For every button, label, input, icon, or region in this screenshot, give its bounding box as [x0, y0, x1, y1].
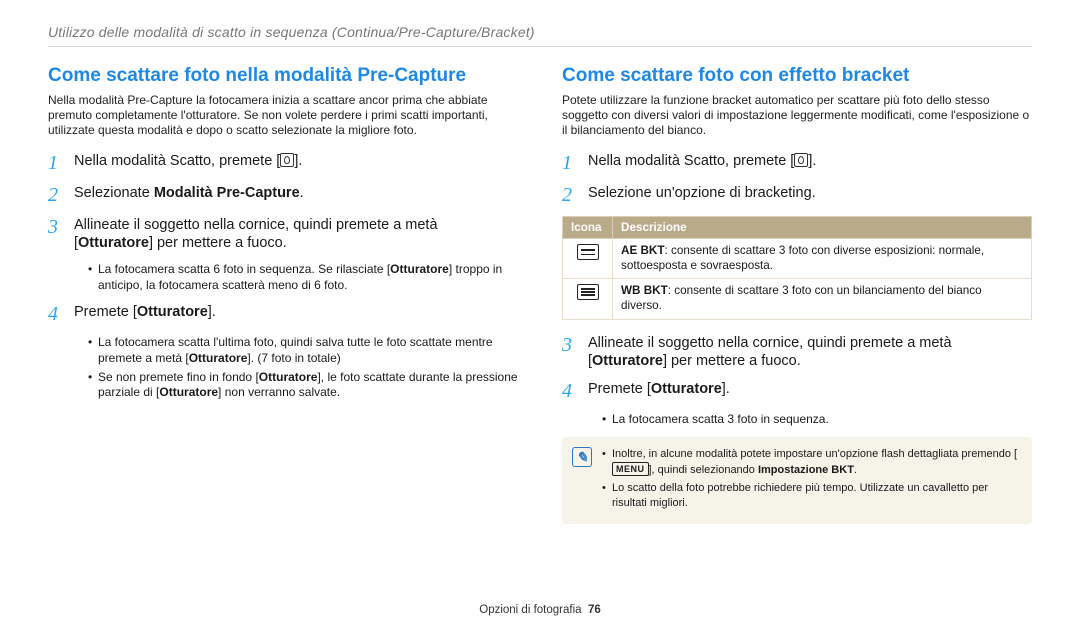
text: . — [300, 185, 304, 201]
sub-bullets: La fotocamera scatta 3 foto in sequenza. — [602, 412, 1032, 428]
bullet-item: La fotocamera scatta 6 foto in sequenza.… — [88, 262, 518, 293]
sequence-mode-icon — [794, 153, 808, 167]
sequence-mode-icon — [280, 153, 294, 167]
left-column: Come scattare foto nella modalità Pre-Ca… — [48, 65, 518, 524]
emphasis: Otturatore — [137, 304, 208, 320]
step-number: 2 — [48, 184, 74, 206]
page-footer: Opzioni di fotografia 76 — [0, 604, 1080, 616]
note-item: Lo scatto della foto potrebbe richiedere… — [602, 481, 1022, 511]
text: : consente di scattare 3 foto con divers… — [621, 244, 984, 272]
two-column-layout: Come scattare foto nella modalità Pre-Ca… — [48, 65, 1032, 524]
text: Premete [ — [588, 381, 651, 397]
emphasis: Otturatore — [259, 370, 318, 384]
step-4: 4 Premete [Otturatore]. — [562, 380, 1032, 402]
emphasis: WB BKT — [621, 284, 668, 297]
step-3: 3 Allineate il soggetto nella cornice, q… — [48, 216, 518, 252]
icon-cell — [563, 239, 613, 279]
table-row: AE BKT: consente di scattare 3 foto con … — [563, 239, 1032, 279]
step-text: Selezionate Modalità Pre-Capture. — [74, 184, 518, 206]
step-text: Premete [Otturatore]. — [588, 380, 1032, 402]
description-cell: AE BKT: consente di scattare 3 foto con … — [613, 239, 1032, 279]
step-number: 2 — [562, 184, 588, 206]
step-text: Premete [Otturatore]. — [74, 303, 518, 325]
right-column: Come scattare foto con effetto bracket P… — [562, 65, 1032, 524]
sub-bullets: La fotocamera scatta 6 foto in sequenza.… — [88, 262, 518, 293]
step-2: 2 Selezione un'opzione di bracketing. — [562, 184, 1032, 206]
wb-bkt-icon — [577, 284, 599, 300]
step-text: Nella modalità Scatto, premete []. — [588, 152, 1032, 174]
emphasis: Otturatore — [592, 353, 663, 369]
table-header-description: Descrizione — [613, 217, 1032, 239]
bullet-item: La fotocamera scatta l'ultima foto, quin… — [88, 335, 518, 366]
page-number: 76 — [588, 604, 601, 616]
step-1: 1 Nella modalità Scatto, premete []. — [562, 152, 1032, 174]
section-title-bracket: Come scattare foto con effetto bracket — [562, 65, 1032, 87]
emphasis: Impostazione BKT — [758, 464, 854, 476]
step-text: Selezione un'opzione di bracketing. — [588, 184, 1032, 206]
note-item: Inoltre, in alcune modalità potete impos… — [602, 447, 1022, 478]
emphasis: Otturatore — [159, 385, 218, 399]
footer-section: Opzioni di fotografia — [479, 604, 581, 616]
step-text: Allineate il soggetto nella cornice, qui… — [588, 334, 1032, 370]
text: ]. — [808, 153, 816, 169]
breadcrumb: Utilizzo delle modalità di scatto in seq… — [48, 24, 1032, 40]
text: Inoltre, in alcune modalità potete impos… — [612, 448, 1017, 460]
note-list: Inoltre, in alcune modalità potete impos… — [602, 447, 1022, 513]
text: ]. (7 foto in totale) — [247, 351, 340, 365]
text: . — [854, 464, 857, 476]
step-number: 4 — [562, 380, 588, 402]
text: Nella modalità Scatto, premete [ — [74, 153, 280, 169]
ae-bkt-icon — [577, 244, 599, 260]
step-2: 2 Selezionate Modalità Pre-Capture. — [48, 184, 518, 206]
step-1: 1 Nella modalità Scatto, premete []. — [48, 152, 518, 174]
bracket-options-table: Icona Descrizione AE BKT: consente di sc… — [562, 216, 1032, 320]
step-number: 3 — [562, 334, 588, 370]
text: La fotocamera scatta 6 foto in sequenza.… — [98, 262, 390, 276]
table-header-icon: Icona — [563, 217, 613, 239]
note-icon: ✎ — [572, 447, 592, 467]
note-icon-wrap: ✎ — [572, 447, 592, 513]
note-box: ✎ Inoltre, in alcune modalità potete imp… — [562, 437, 1032, 523]
bullet-item: Se non premete fino in fondo [Otturatore… — [88, 370, 518, 401]
text: ]. — [294, 153, 302, 169]
icon-cell — [563, 279, 613, 319]
step-number: 4 — [48, 303, 74, 325]
camera-manual-page: { "header": { "breadcrumb": "Utilizzo de… — [0, 0, 1080, 630]
text: ], quindi selezionando — [649, 464, 758, 476]
emphasis: Otturatore — [189, 351, 248, 365]
text: ] non verranno salvate. — [218, 385, 340, 399]
text: Se non premete fino in fondo [ — [98, 370, 259, 384]
text: : consente di scattare 3 foto con un bil… — [621, 284, 982, 312]
text: ] per mettere a fuoco. — [149, 235, 287, 251]
step-number: 1 — [562, 152, 588, 174]
text: ]. — [722, 381, 730, 397]
intro-text: Nella modalità Pre-Capture la fotocamera… — [48, 93, 518, 138]
emphasis: Otturatore — [651, 381, 722, 397]
table-row: WB BKT: consente di scattare 3 foto con … — [563, 279, 1032, 319]
step-number: 1 — [48, 152, 74, 174]
emphasis: Otturatore — [390, 262, 449, 276]
menu-button-icon: MENU — [612, 462, 649, 476]
text: Premete [ — [74, 304, 137, 320]
divider — [48, 46, 1032, 47]
text: ]. — [208, 304, 216, 320]
step-text: Nella modalità Scatto, premete []. — [74, 152, 518, 174]
emphasis: Otturatore — [78, 235, 149, 251]
emphasis: AE BKT — [621, 244, 665, 257]
section-title-precapture: Come scattare foto nella modalità Pre-Ca… — [48, 65, 518, 87]
text: ] per mettere a fuoco. — [663, 353, 801, 369]
description-cell: WB BKT: consente di scattare 3 foto con … — [613, 279, 1032, 319]
step-3: 3 Allineate il soggetto nella cornice, q… — [562, 334, 1032, 370]
text: Nella modalità Scatto, premete [ — [588, 153, 794, 169]
sub-bullets: La fotocamera scatta l'ultima foto, quin… — [88, 335, 518, 400]
text: Selezionate — [74, 185, 154, 201]
bullet-item: La fotocamera scatta 3 foto in sequenza. — [602, 412, 1032, 428]
emphasis: Modalità Pre-Capture — [154, 185, 300, 201]
intro-text: Potete utilizzare la funzione bracket au… — [562, 93, 1032, 138]
step-number: 3 — [48, 216, 74, 252]
step-4: 4 Premete [Otturatore]. — [48, 303, 518, 325]
step-text: Allineate il soggetto nella cornice, qui… — [74, 216, 518, 252]
